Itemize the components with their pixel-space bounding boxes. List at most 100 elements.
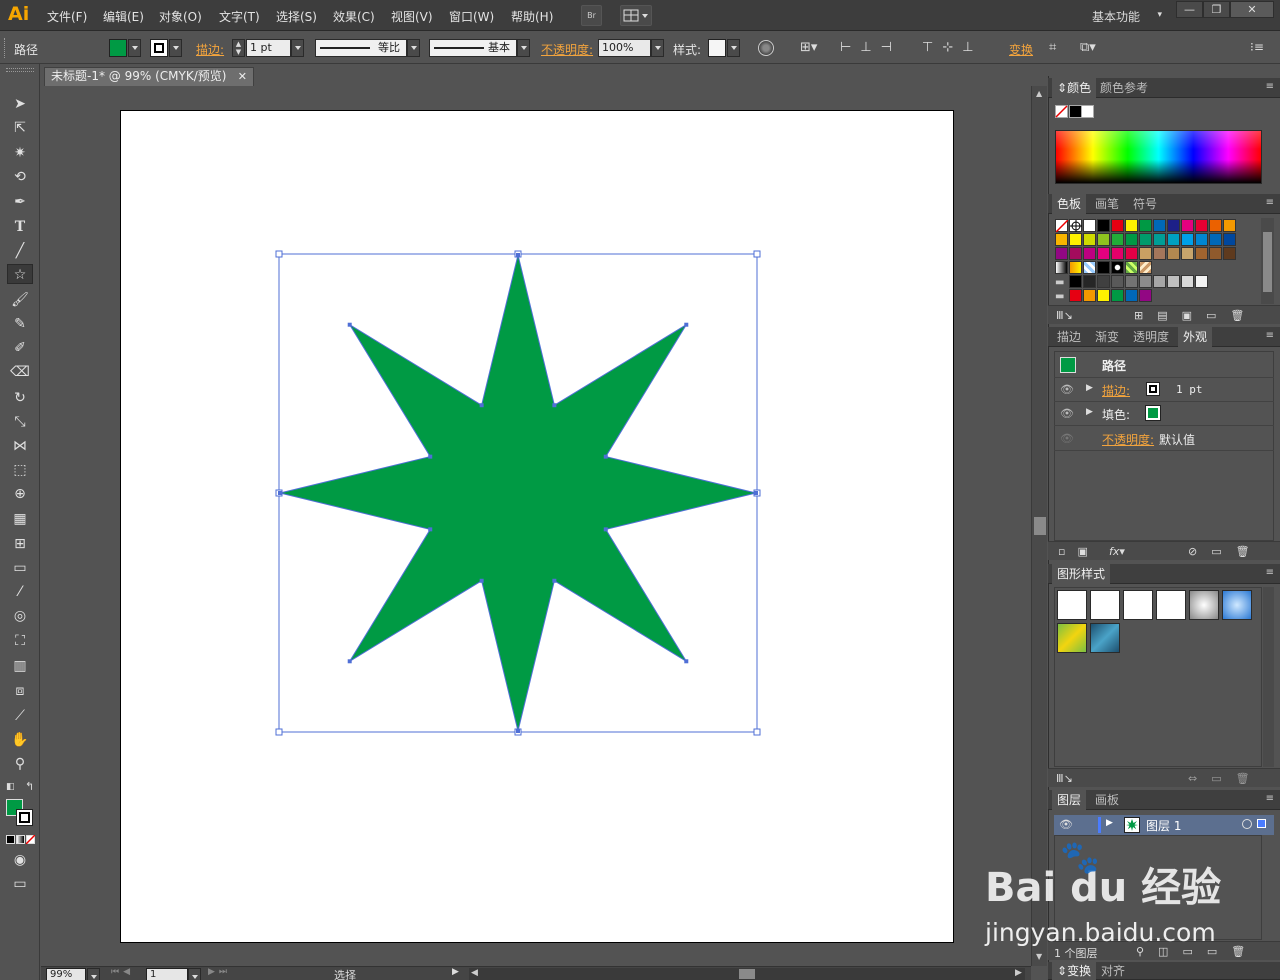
- gray-swatch[interactable]: [1069, 275, 1082, 288]
- bounding-box-handle[interactable]: [753, 250, 761, 258]
- anchor-point[interactable]: [278, 491, 282, 495]
- swatch[interactable]: [1069, 233, 1082, 246]
- swatch[interactable]: [1125, 247, 1138, 260]
- swatch[interactable]: [1125, 219, 1138, 232]
- appearance-actions-icons[interactable]: ⊘▭🗑: [1188, 545, 1264, 558]
- swatch[interactable]: [1209, 233, 1222, 246]
- tab-graphic-styles[interactable]: 图形样式: [1052, 564, 1111, 584]
- pattern-swatch[interactable]: [1097, 261, 1110, 274]
- anchor-point[interactable]: [603, 454, 608, 459]
- graphic-style-2[interactable]: [1090, 590, 1120, 620]
- vertical-scrollbar[interactable]: ▲ ▼: [1031, 86, 1047, 966]
- pattern-swatch[interactable]: [1111, 261, 1124, 274]
- maximize-button[interactable]: ❐: [1203, 1, 1230, 18]
- tab-color-guide[interactable]: 颜色参考: [1095, 78, 1153, 98]
- appearance-fill-swatch[interactable]: [1145, 405, 1161, 421]
- status-menu-arrow[interactable]: ▶: [452, 967, 459, 977]
- color-panel-menu-icon[interactable]: ≡: [1266, 81, 1274, 92]
- swatch[interactable]: [1181, 219, 1194, 232]
- artboard-nav-prev[interactable]: ⏮◀: [111, 967, 134, 977]
- swatch-actions-icons[interactable]: ⊞▤▣▭🗑: [1134, 309, 1258, 322]
- tab-appearance[interactable]: 外观: [1178, 327, 1213, 347]
- workspace-switcher[interactable]: 基本功能: [1092, 8, 1140, 25]
- star-artwork[interactable]: [0, 0, 1031, 966]
- color-group-swatch[interactable]: [1125, 289, 1138, 302]
- graphic-style-actions-icons[interactable]: ⇔▭🗑: [1188, 772, 1264, 785]
- bounding-box-handle[interactable]: [275, 728, 283, 736]
- gray-swatch[interactable]: [1195, 275, 1208, 288]
- swatch[interactable]: [1153, 233, 1166, 246]
- swatch[interactable]: [1167, 219, 1180, 232]
- swatch-registration[interactable]: [1069, 219, 1082, 232]
- swatch[interactable]: [1069, 247, 1082, 260]
- isolate-icon[interactable]: ⌗: [1049, 40, 1056, 55]
- layer-expand-icon[interactable]: ▶: [1106, 818, 1113, 828]
- tab-transparency[interactable]: 透明度: [1128, 327, 1174, 347]
- tab-align[interactable]: 对齐: [1096, 962, 1130, 980]
- appearance-stroke-label[interactable]: 描边:: [1102, 382, 1130, 399]
- appearance-add-icons[interactable]: ▫▣: [1058, 545, 1100, 558]
- swatch[interactable]: [1223, 247, 1236, 260]
- gray-swatch[interactable]: [1125, 275, 1138, 288]
- fx-icon[interactable]: fx▾: [1109, 545, 1125, 558]
- panel-menu-icon[interactable]: ⁝≡: [1250, 40, 1264, 54]
- color-group-swatch[interactable]: [1139, 289, 1152, 302]
- swatch[interactable]: [1097, 247, 1110, 260]
- graphic-style-3[interactable]: [1123, 590, 1153, 620]
- appearance-fill-row[interactable]: 👁 ▶ 填色:: [1054, 402, 1274, 426]
- anchor-point[interactable]: [603, 527, 608, 532]
- layers-panel-menu-icon[interactable]: ≡: [1266, 793, 1274, 804]
- anchor-point[interactable]: [552, 578, 557, 583]
- swatch[interactable]: [1153, 247, 1166, 260]
- anchor-point[interactable]: [516, 253, 520, 257]
- graphic-styles-menu-icon[interactable]: ≡: [1266, 567, 1274, 578]
- graphic-style-8[interactable]: [1090, 623, 1120, 653]
- swatch[interactable]: [1055, 247, 1068, 260]
- artboard-number-field[interactable]: 1: [146, 968, 188, 980]
- appearance-opacity-label[interactable]: 不透明度:: [1102, 431, 1154, 448]
- tab-color[interactable]: ⇕颜色: [1052, 78, 1097, 98]
- artboard-nav-next[interactable]: ▶⏭: [208, 967, 231, 977]
- anchor-point[interactable]: [428, 527, 433, 532]
- graphic-style-libraries-icon[interactable]: Ⅲ↘: [1056, 772, 1073, 785]
- scroll-down-arrow[interactable]: ▼: [1036, 952, 1042, 961]
- tab-artboards[interactable]: 画板: [1090, 790, 1124, 810]
- pattern-swatch[interactable]: [1055, 261, 1068, 274]
- anchor-point[interactable]: [684, 659, 689, 664]
- swatch[interactable]: [1195, 233, 1208, 246]
- color-spectrum[interactable]: [1055, 130, 1262, 184]
- scroll-up-arrow[interactable]: ▲: [1036, 89, 1042, 98]
- graphic-styles-scrollbar[interactable]: [1263, 587, 1274, 767]
- eye-icon[interactable]: 👁: [1060, 383, 1074, 396]
- close-window-button[interactable]: ✕: [1230, 1, 1274, 18]
- scroll-left-arrow[interactable]: ◀: [471, 968, 478, 978]
- anchor-point[interactable]: [428, 454, 433, 459]
- eye-icon[interactable]: 👁: [1060, 432, 1074, 445]
- color-group-swatch[interactable]: [1083, 289, 1096, 302]
- tab-stroke[interactable]: 描边: [1052, 327, 1086, 347]
- swatch-libraries-icon[interactable]: Ⅲ↘: [1056, 309, 1073, 322]
- color-group-swatch[interactable]: [1111, 289, 1124, 302]
- swatch[interactable]: [1181, 247, 1194, 260]
- color-group-swatch[interactable]: [1069, 289, 1082, 302]
- anchor-point[interactable]: [479, 403, 484, 408]
- bounding-box-handle[interactable]: [275, 250, 283, 258]
- zoom-dropdown[interactable]: [87, 968, 100, 980]
- swatches-scrollbar[interactable]: [1261, 218, 1274, 304]
- zoom-field[interactable]: 99%: [46, 968, 86, 980]
- graphic-style-5[interactable]: [1189, 590, 1219, 620]
- gray-swatch[interactable]: [1153, 275, 1166, 288]
- gray-swatch[interactable]: [1097, 275, 1110, 288]
- horizontal-scrollbar[interactable]: ◀ ▶: [469, 968, 1025, 980]
- swatch[interactable]: [1083, 247, 1096, 260]
- anchor-point[interactable]: [347, 322, 352, 327]
- swatch[interactable]: [1195, 219, 1208, 232]
- anchor-point[interactable]: [479, 578, 484, 583]
- swatch[interactable]: [1223, 233, 1236, 246]
- pattern-swatch[interactable]: [1069, 261, 1082, 274]
- graphic-style-default[interactable]: [1057, 590, 1087, 620]
- swatch[interactable]: [1111, 233, 1124, 246]
- anchor-point[interactable]: [552, 403, 557, 408]
- color-group-swatch[interactable]: [1097, 289, 1110, 302]
- vertical-scroll-thumb[interactable]: [1034, 517, 1046, 535]
